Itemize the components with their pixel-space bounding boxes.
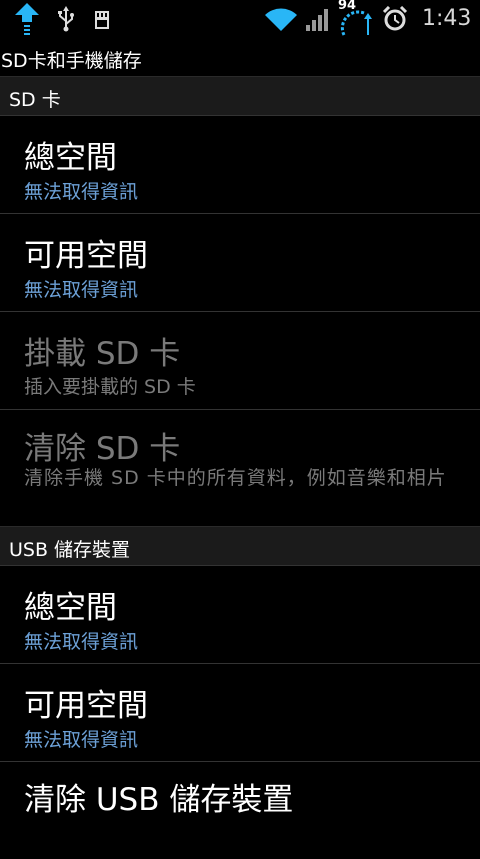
list-item-total-space[interactable]: 總空間 無法取得資訊: [0, 115, 480, 213]
alarm-icon: [382, 6, 408, 31]
battery-icon: [340, 10, 372, 36]
list-item-usb-available-space[interactable]: 可用空間 無法取得資訊: [0, 663, 480, 761]
category-label: SD 卡: [9, 89, 61, 111]
item-title: 清除 SD 卡: [24, 431, 181, 467]
signal-icon: [306, 9, 328, 31]
category-label: USB 儲存裝置: [9, 539, 131, 561]
list-item-erase-usb-storage[interactable]: 清除 USB 儲存裝置: [0, 761, 480, 859]
list-item-available-space[interactable]: 可用空間 無法取得資訊: [0, 213, 480, 311]
list-item-erase-sd-card[interactable]: 清除 SD 卡 清除手機 SD 卡中的所有資料，例如音樂和相片: [0, 409, 480, 526]
item-title: 總空間: [24, 140, 117, 176]
item-title: 可用空間: [24, 688, 148, 724]
item-title: 總空間: [24, 590, 117, 626]
category-sd-card: SD 卡: [0, 76, 480, 115]
item-summary: 無法取得資訊: [24, 279, 139, 301]
item-title: 可用空間: [24, 238, 148, 274]
status-time: 1:43: [422, 6, 472, 31]
title-bar: SD卡和手機儲存: [0, 38, 480, 76]
sd-card-icon: [95, 11, 109, 29]
settings-list: SD 卡 總空間 無法取得資訊 可用空間 無法取得資訊 掛載 SD 卡 插入要掛…: [0, 76, 480, 859]
usb-icon: [58, 6, 74, 32]
category-usb-storage: USB 儲存裝置: [0, 526, 480, 565]
item-summary: 無法取得資訊: [24, 631, 139, 653]
item-summary: 無法取得資訊: [24, 181, 139, 203]
item-summary: 無法取得資訊: [24, 729, 139, 751]
upload-arrow-icon: [15, 3, 39, 35]
item-summary: 插入要掛載的 SD 卡: [24, 376, 196, 398]
list-item-mount-sd-card[interactable]: 掛載 SD 卡 插入要掛載的 SD 卡: [0, 311, 480, 409]
status-bar: 94 1:43: [0, 0, 480, 38]
item-title: 清除 USB 儲存裝置: [24, 782, 294, 818]
item-title: 掛載 SD 卡: [24, 336, 181, 372]
item-summary: 清除手機 SD 卡中的所有資料，例如音樂和相片: [24, 467, 447, 489]
page-title: SD卡和手機儲存: [1, 50, 142, 72]
list-item-usb-total-space[interactable]: 總空間 無法取得資訊: [0, 565, 480, 663]
wifi-icon: [265, 8, 297, 31]
